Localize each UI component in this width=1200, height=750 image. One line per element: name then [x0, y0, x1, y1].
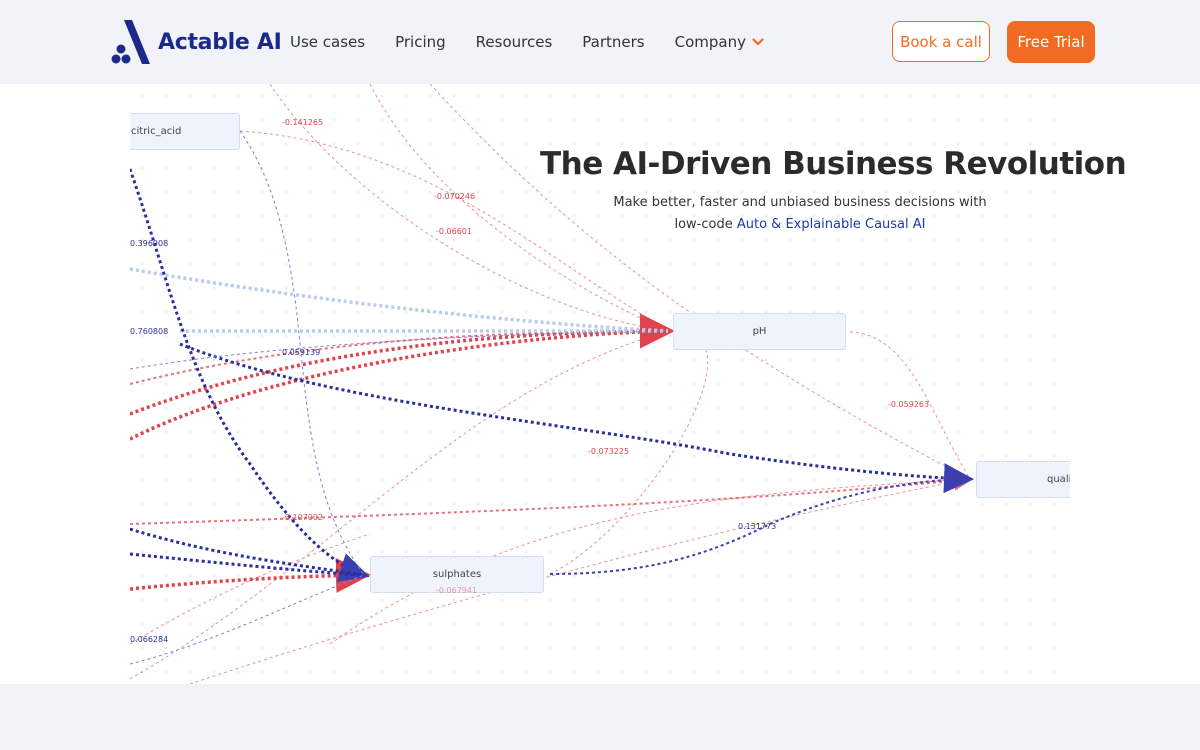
edge-label: -0.107002 — [282, 513, 324, 522]
node-sulphates-label: sulphates — [432, 569, 482, 580]
actable-logo-icon — [111, 20, 150, 64]
hero-subtitle-line2: low-code Auto & Explainable Causal AI — [560, 214, 1040, 236]
edge-label: 0.066284 — [130, 635, 169, 644]
node-quality[interactable]: quali — [976, 461, 1070, 498]
book-call-button[interactable]: Book a call — [892, 21, 990, 62]
nav-resources[interactable]: Resources — [476, 33, 553, 51]
node-ph-label: pH — [752, 326, 767, 337]
hero-subtitle-prefix: low-code — [674, 217, 737, 232]
nav-pricing[interactable]: Pricing — [395, 33, 446, 51]
edge-label: 0.396908 — [130, 239, 169, 248]
nav-partners[interactable]: Partners — [582, 33, 644, 51]
hero-subtitle: Make better, faster and unbiased busines… — [560, 192, 1040, 236]
top-navbar: Actable AI Use cases Pricing Resources P… — [0, 0, 1200, 84]
nav-use-cases[interactable]: Use cases — [290, 33, 365, 51]
brand-logo[interactable]: Actable AI — [110, 18, 282, 66]
edge-label: -0.059263 — [888, 400, 930, 409]
edge-label: -0.141265 — [282, 118, 324, 127]
edge-label: 0.760808 — [130, 327, 169, 336]
nav-company[interactable]: Company — [675, 33, 764, 51]
edge-label: -0.073225 — [588, 447, 630, 456]
edge-label: -0.067941 — [436, 586, 478, 595]
hero-subtitle-line1: Make better, faster and unbiased busines… — [613, 195, 987, 210]
edge-label: -0.070246 — [434, 192, 476, 201]
edge-label: 0.059139 — [282, 348, 321, 357]
hero-section: citric_acid pH quali sulphates -0.141265… — [0, 84, 1200, 684]
nav-links: Use cases Pricing Resources Partners Com… — [290, 0, 794, 84]
edge-label: -0.06601 — [436, 227, 472, 236]
free-trial-button[interactable]: Free Trial — [1007, 21, 1095, 63]
edge-label: 0.131773 — [738, 522, 777, 531]
chevron-down-icon — [752, 38, 764, 46]
hero-title: The AI-Driven Business Revolution — [540, 146, 1127, 182]
causal-ai-link[interactable]: Auto & Explainable Causal AI — [737, 217, 926, 232]
node-citric-acid-label: citric_acid — [131, 126, 182, 137]
nav-company-label: Company — [674, 33, 746, 51]
node-ph[interactable]: pH — [673, 313, 846, 350]
node-quality-label: quali — [1047, 474, 1070, 485]
node-citric-acid[interactable]: citric_acid — [130, 113, 240, 150]
brand-name: Actable AI — [158, 29, 282, 55]
